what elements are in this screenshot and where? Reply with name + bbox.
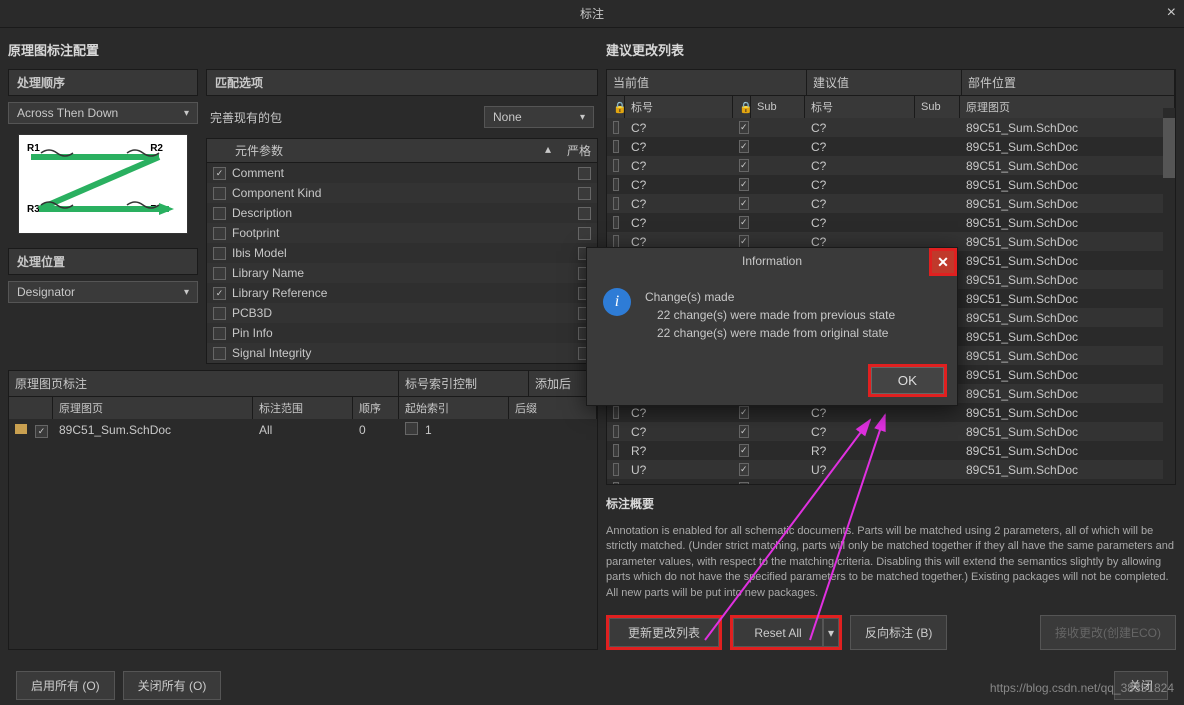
sheet-icon [15, 424, 27, 434]
summary-header: 标注概要 [606, 491, 1176, 516]
match-header: 匹配选项 [206, 69, 598, 96]
position-dropdown[interactable]: Designator [8, 281, 198, 303]
param-check[interactable] [213, 267, 226, 280]
param-check[interactable] [213, 227, 226, 240]
change-row[interactable]: C? ✓ C? 89C51_Sum.SchDoc [607, 175, 1175, 194]
change-row[interactable]: C? ✓ C? 89C51_Sum.SchDoc [607, 194, 1175, 213]
param-check[interactable]: ✓ [213, 167, 226, 180]
param-check[interactable] [213, 187, 226, 200]
close-icon[interactable]: × [1167, 4, 1176, 22]
sheet-row[interactable]: ✓ 89C51_Sum.SchDoc All 0 1 [9, 419, 597, 441]
param-row[interactable]: ✓Library Reference [207, 283, 597, 303]
strict-check[interactable] [578, 187, 591, 200]
info-icon: i [603, 288, 631, 316]
reset-dropdown[interactable]: ▾ [823, 618, 839, 647]
change-row[interactable]: R? ✓ R? 89C51_Sum.SchDoc [607, 441, 1175, 460]
param-check[interactable] [213, 307, 226, 320]
left-section-header: 原理图标注配置 [8, 36, 598, 63]
change-row[interactable]: U? ✓ U? 89C51_Sum.SchDoc [607, 479, 1175, 485]
change-row[interactable]: C? ✓ C? 89C51_Sum.SchDoc [607, 213, 1175, 232]
strict-check[interactable] [578, 167, 591, 180]
change-row[interactable]: C? ✓ C? 89C51_Sum.SchDoc [607, 156, 1175, 175]
param-row[interactable]: PCB3D [207, 303, 597, 323]
param-grid: 元件参数 ▴ 严格 ✓CommentComponent KindDescript… [206, 138, 598, 364]
param-row[interactable]: Footprint [207, 223, 597, 243]
disable-all-button[interactable]: 关闭所有 (O) [123, 671, 222, 700]
back-annotate-button[interactable]: 反向标注 (B) [850, 615, 947, 650]
info-title: Information [742, 254, 802, 268]
update-button[interactable]: 更新更改列表 [609, 618, 719, 647]
order-header: 处理顺序 [8, 69, 198, 96]
title-bar: 标注 × [0, 0, 1184, 28]
position-header: 处理位置 [8, 248, 198, 275]
param-check[interactable]: ✓ [213, 287, 226, 300]
change-row[interactable]: C? ✓ C? 89C51_Sum.SchDoc [607, 137, 1175, 156]
param-check[interactable] [213, 207, 226, 220]
window-title: 标注 [580, 5, 604, 22]
change-row[interactable]: C? ✓ C? 89C51_Sum.SchDoc [607, 422, 1175, 441]
accept-button: 接收更改(创建ECO) [1040, 615, 1176, 650]
refine-dropdown[interactable]: None [484, 106, 594, 128]
order-dropdown[interactable]: Across Then Down [8, 102, 198, 124]
param-check[interactable] [213, 347, 226, 360]
param-row[interactable]: Signal Integrity [207, 343, 597, 363]
strict-check[interactable] [578, 207, 591, 220]
watermark: https://blog.csdn.net/qq_38351824 [990, 681, 1174, 695]
param-row[interactable]: Ibis Model [207, 243, 597, 263]
info-ok-button[interactable]: OK [871, 367, 944, 394]
change-row[interactable]: U? ✓ U? 89C51_Sum.SchDoc [607, 460, 1175, 479]
refine-label: 完善现有的包 [210, 109, 282, 126]
param-row[interactable]: Description [207, 203, 597, 223]
summary-text: Annotation is enabled for all schematic … [606, 522, 1176, 603]
info-dialog: Information ✕ i Change(s) made 22 change… [586, 247, 958, 406]
info-text: Change(s) made 22 change(s) were made fr… [645, 288, 895, 342]
reset-button[interactable]: Reset All [733, 618, 823, 647]
sheet-check[interactable]: ✓ [35, 425, 48, 438]
param-row[interactable]: Component Kind [207, 183, 597, 203]
change-row[interactable]: C? ✓ C? 89C51_Sum.SchDoc [607, 118, 1175, 137]
changes-header: 建议更改列表 [606, 36, 1176, 63]
param-row[interactable]: Library Name [207, 263, 597, 283]
enable-all-button[interactable]: 启用所有 (O) [16, 671, 115, 700]
param-row[interactable]: Pin Info [207, 323, 597, 343]
scrollbar[interactable] [1163, 108, 1175, 484]
sheet-grid: 原理图页标注 标号索引控制 添加后 原理图页 标注范围 顺序 起始索引 后缀 ✓… [8, 370, 598, 650]
info-close-button[interactable]: ✕ [929, 248, 957, 276]
param-check[interactable] [213, 247, 226, 260]
order-diagram: R1 R2 R3 R4 [18, 134, 188, 234]
strict-check[interactable] [578, 227, 591, 240]
param-row[interactable]: ✓Comment [207, 163, 597, 183]
param-check[interactable] [213, 327, 226, 340]
